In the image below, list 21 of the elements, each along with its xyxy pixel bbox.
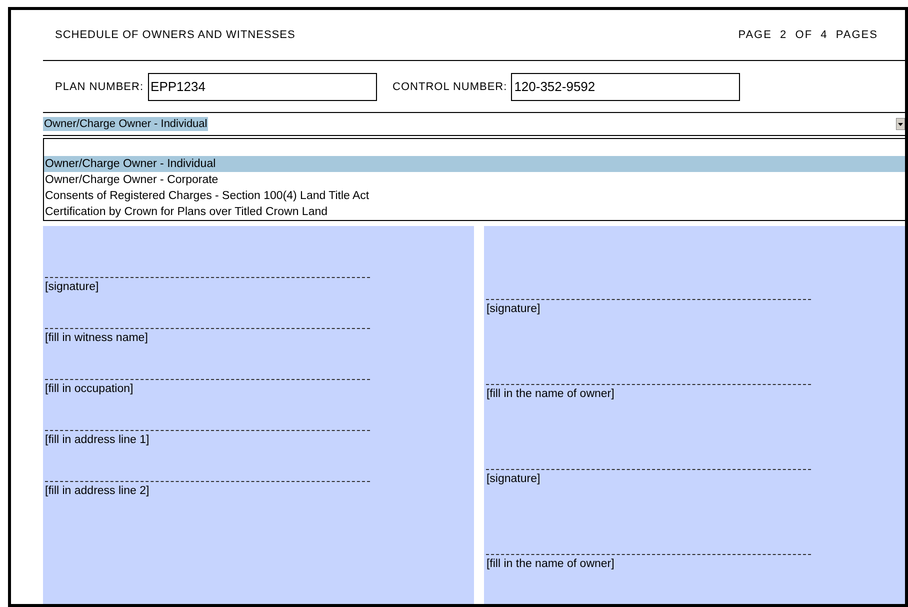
signature-caption: [signature] (486, 303, 542, 315)
dropdown-field[interactable]: Owner/Charge Owner - Individual (43, 113, 905, 136)
dropdown-option[interactable]: Consents of Registered Charges - Section 100(4) Land Title Act (44, 188, 905, 204)
dropdown-option[interactable]: Certification by Crown for Plans over Titled Crown Land (44, 204, 905, 220)
signature-caption: [fill in address line 1] (45, 434, 150, 446)
form-title: SCHEDULE OF OWNERS AND WITNESSES (55, 29, 296, 41)
dropdown-option[interactable]: Owner/Charge Owner - Corporate (44, 172, 905, 188)
signature-caption: [fill in the name of owner] (486, 558, 616, 570)
signature-caption: [fill in address line 2] (45, 485, 150, 497)
signature-caption: [fill in the name of owner] (486, 388, 616, 400)
field-label: PLAN NUMBER: (55, 80, 144, 92)
field-label: CONTROL NUMBER: (392, 80, 508, 92)
selected-value: Owner/Charge Owner - Individual (43, 117, 208, 131)
page-count: PAGE 2 OF 4 PAGES (738, 29, 878, 41)
input-field[interactable]: 120-352-9592 (511, 72, 740, 100)
signature-caption: [fill in witness name] (45, 332, 149, 344)
signature-caption: [signature] (486, 473, 542, 485)
input-field[interactable]: EPP1234 (148, 72, 377, 100)
dropdown-option[interactable]: Owner/Charge Owner - Individual (44, 156, 905, 172)
signature-caption: [signature] (45, 281, 100, 293)
signature-caption: [fill in occupation] (45, 383, 134, 395)
